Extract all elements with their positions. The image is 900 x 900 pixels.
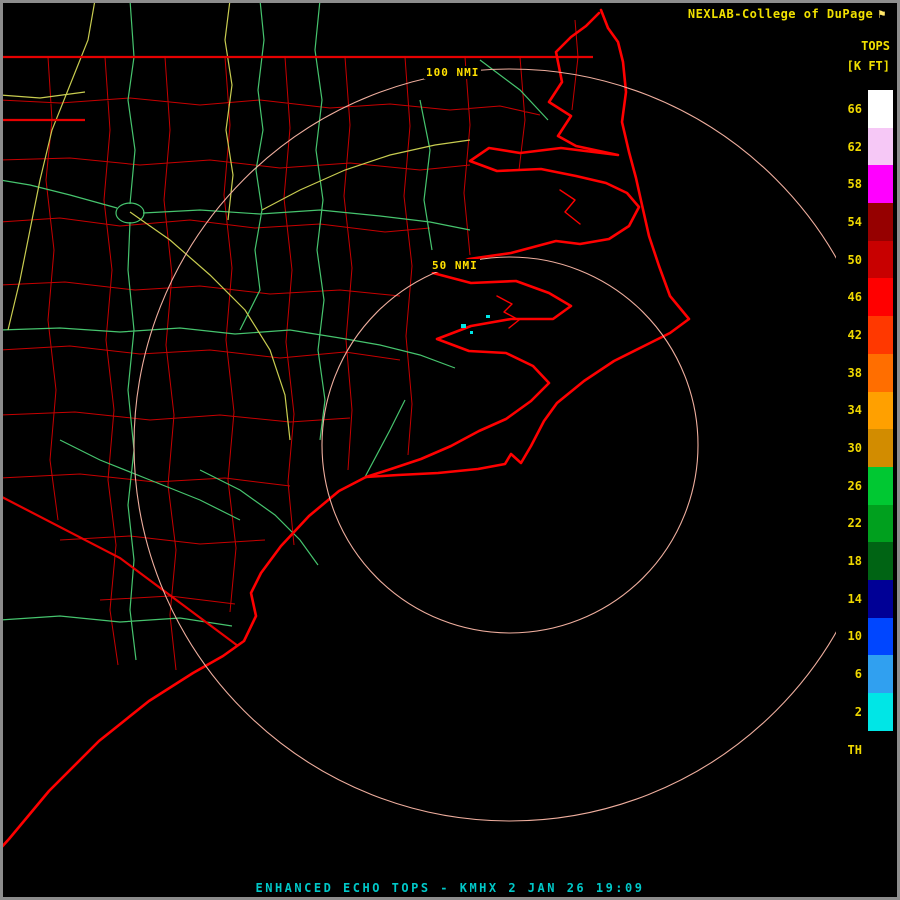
legend-color-swatch: [868, 354, 893, 392]
legend-tick-label: 50: [836, 253, 862, 267]
legend-entry: 62: [836, 128, 893, 166]
highways: [0, 0, 470, 440]
legend-entry: 26: [836, 467, 893, 505]
roads-network: [0, 0, 548, 660]
range-ring-50nmi: [322, 257, 698, 633]
legend-tick-label: 14: [836, 592, 862, 606]
legend-tick-label: 66: [836, 102, 862, 116]
legend-tick-label: 42: [836, 328, 862, 342]
range-ring-label-100nmi: 100 NMI: [424, 66, 481, 79]
product-caption: ENHANCED ECHO TOPS - KMHX 2 JAN 26 19:09: [0, 881, 900, 895]
legend-color-swatch: [868, 90, 893, 128]
legend-tick-label: 26: [836, 479, 862, 493]
legend-color-swatch: [868, 316, 893, 354]
legend-color-swatch: [868, 241, 893, 279]
legend-color-swatch: [868, 655, 893, 693]
range-ring-100nmi: [134, 69, 886, 821]
legend-color-swatch: [868, 467, 893, 505]
legend-entry: 2: [836, 693, 893, 731]
legend-tick-label: 58: [836, 177, 862, 191]
legend-tick-label: 18: [836, 554, 862, 568]
legend-color-swatch: [868, 693, 893, 731]
legend-entry: 42: [836, 316, 893, 354]
county-borders: [0, 20, 578, 670]
legend-entry: 6: [836, 655, 893, 693]
outer-banks-ocean-coast: [0, 10, 689, 849]
legend-color-swatch: [868, 731, 893, 769]
legend-entry: 50: [836, 241, 893, 279]
city-beltline-loop: [116, 203, 144, 223]
cod-flag-icon: ⚑: [878, 8, 886, 20]
echo-cell: [470, 331, 473, 334]
legend-tick-label: 34: [836, 403, 862, 417]
legend-entry: 14: [836, 580, 893, 618]
legend-tick-label: 2: [836, 705, 862, 719]
range-ring-label-50nmi: 50 NMI: [430, 259, 480, 272]
radar-screen: 100 NMI 50 NMI NEXLAB-College of DuPage …: [0, 0, 900, 900]
echo-cell: [461, 324, 466, 328]
legend-tick-label: 10: [836, 629, 862, 643]
legend-color-swatch: [868, 392, 893, 430]
legend-color-swatch: [868, 505, 893, 543]
range-rings: [134, 69, 886, 821]
source-credit-text: NEXLAB-College of DuPage: [688, 7, 873, 21]
legend-entry: 58: [836, 165, 893, 203]
legend-color-swatch: [868, 618, 893, 656]
legend-entry: 54: [836, 203, 893, 241]
legend-entry: 38: [836, 354, 893, 392]
legend-entry: 18: [836, 542, 893, 580]
legend-color-swatch: [868, 429, 893, 467]
legend-color-swatch: [868, 165, 893, 203]
nc-sc-border: [0, 496, 238, 646]
state-borders: [0, 57, 593, 646]
legend-tick-label: 46: [836, 290, 862, 304]
legend-entry: TH: [836, 731, 893, 769]
coastline: [0, 10, 689, 849]
legend-entry: 22: [836, 505, 893, 543]
legend-color-swatch: [868, 542, 893, 580]
legend-color-swatch: [868, 278, 893, 316]
color-scale-legend: 66625854504642383430262218141062TH: [836, 90, 893, 768]
legend-entry: 34: [836, 392, 893, 430]
legend-tick-label: 30: [836, 441, 862, 455]
legend-tick-label: 6: [836, 667, 862, 681]
legend-tick-label: 22: [836, 516, 862, 530]
legend-entry: 46: [836, 278, 893, 316]
legend-tick-label: 38: [836, 366, 862, 380]
legend-tick-label: TH: [836, 743, 862, 757]
legend-entry: 66: [836, 90, 893, 128]
legend-color-swatch: [868, 203, 893, 241]
echo-cell: [486, 315, 490, 318]
source-credit: NEXLAB-College of DuPage ⚑: [688, 7, 886, 21]
legend-tick-label: 54: [836, 215, 862, 229]
legend-color-swatch: [868, 128, 893, 166]
legend-entry: 10: [836, 618, 893, 656]
legend-title-units: [K FT]: [847, 56, 890, 76]
legend-entry: 30: [836, 429, 893, 467]
radar-map: [0, 0, 900, 900]
legend-title-product: TOPS: [847, 36, 890, 56]
legend-tick-label: 62: [836, 140, 862, 154]
legend-color-swatch: [868, 580, 893, 618]
legend-title: TOPS [K FT]: [847, 36, 890, 77]
